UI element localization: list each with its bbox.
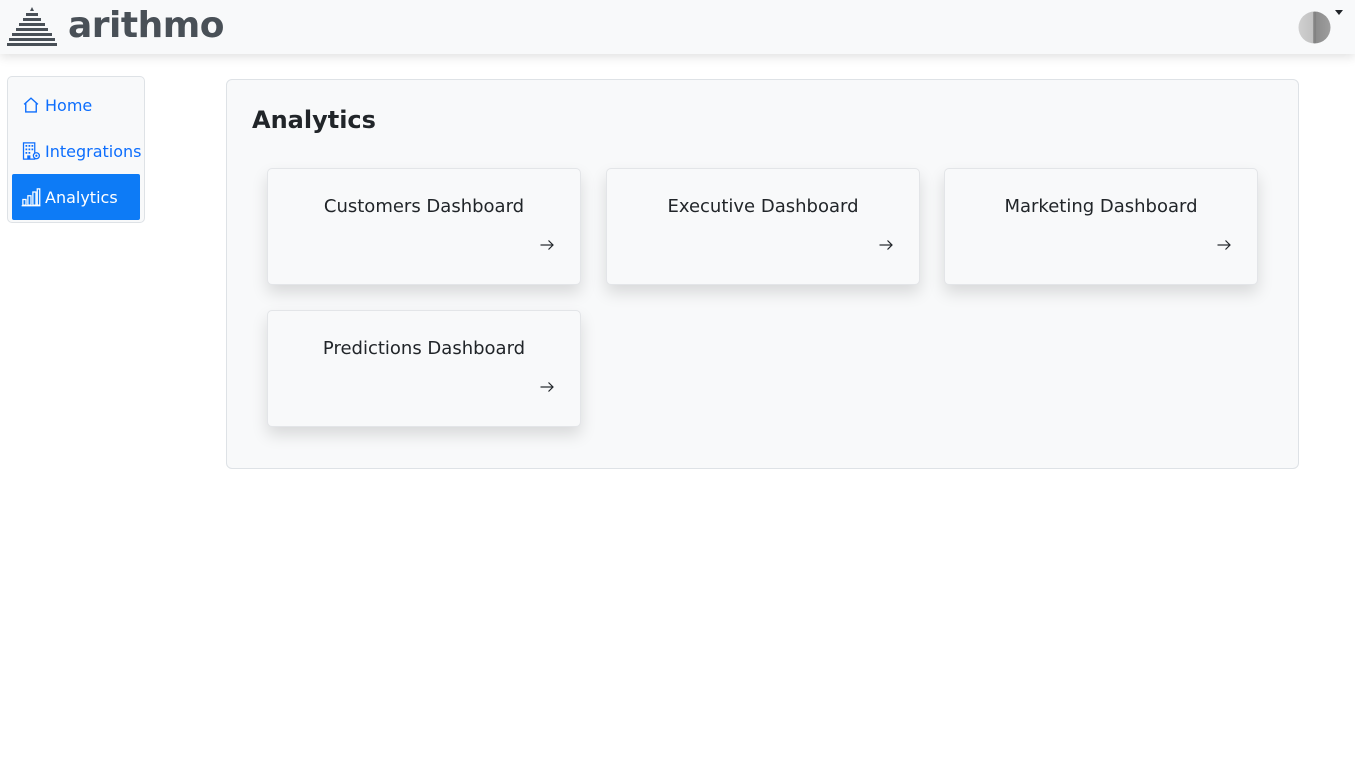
chevron-down-icon (1335, 10, 1343, 15)
card-title: Executive Dashboard (667, 196, 859, 217)
dashboard-card-customers[interactable]: Customers Dashboard (267, 168, 581, 285)
arrow-right-icon (540, 240, 554, 250)
sidebar-item-label: Integrations (45, 141, 142, 161)
sidebar-item-label: Home (45, 95, 93, 115)
building-gear-icon (22, 142, 40, 160)
arrow-right-icon (1217, 240, 1231, 250)
card-title: Predictions Dashboard (322, 338, 526, 359)
sidebar: Home Integrations Analytics (7, 76, 145, 223)
dashboard-card-predictions[interactable]: Predictions Dashboard (267, 310, 581, 427)
sidebar-item-integrations[interactable]: Integrations (12, 128, 142, 174)
user-menu-toggle[interactable] (1298, 9, 1346, 45)
top-navbar: arithmo (0, 0, 1355, 54)
user-avatar-icon (1298, 11, 1331, 44)
sidebar-item-label: Analytics (45, 187, 118, 207)
dashboard-card-executive[interactable]: Executive Dashboard (606, 168, 920, 285)
sidebar-item-analytics[interactable]: Analytics (12, 174, 140, 220)
arrow-right-icon (540, 382, 554, 392)
sidebar-item-home[interactable]: Home (12, 82, 140, 128)
arrow-right-icon (879, 240, 893, 250)
dashboard-card-marketing[interactable]: Marketing Dashboard (944, 168, 1258, 285)
page-title: Analytics (252, 106, 376, 134)
brand-name: arithmo (68, 5, 224, 46)
logo-icon (7, 7, 57, 46)
bar-chart-icon (21, 188, 41, 207)
card-title: Customers Dashboard (323, 196, 525, 217)
house-icon (23, 97, 39, 113)
brand[interactable]: arithmo (7, 5, 224, 47)
card-title: Marketing Dashboard (1004, 196, 1198, 217)
analytics-panel: Analytics Customers Dashboard Executive … (226, 79, 1299, 469)
